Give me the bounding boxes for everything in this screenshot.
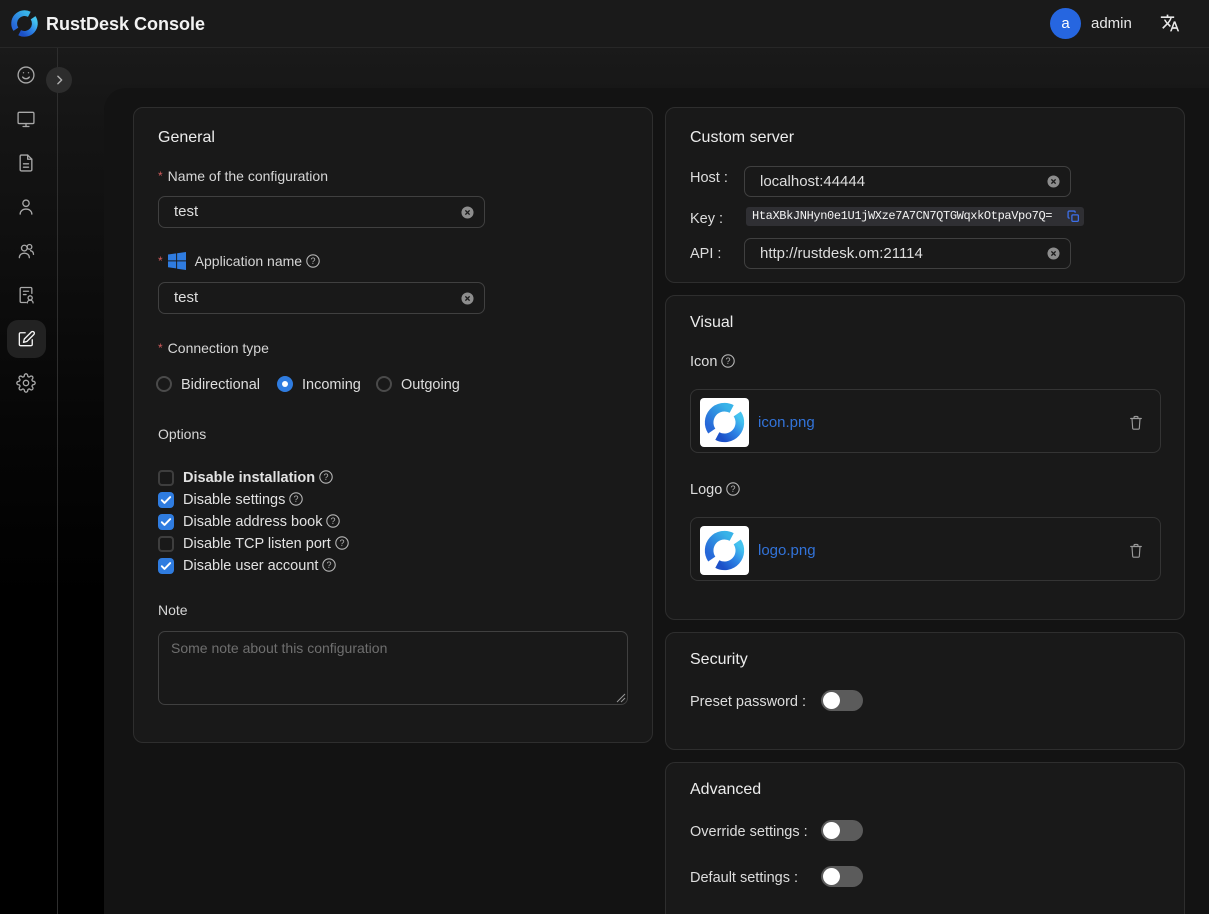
svg-text:?: ? bbox=[310, 256, 315, 266]
svg-text:?: ? bbox=[324, 472, 329, 482]
svg-text:?: ? bbox=[331, 516, 336, 526]
svg-text:?: ? bbox=[339, 538, 344, 548]
svg-text:?: ? bbox=[327, 560, 332, 570]
svg-text:?: ? bbox=[726, 356, 731, 366]
svg-text:?: ? bbox=[731, 484, 736, 494]
svg-text:?: ? bbox=[294, 494, 299, 504]
